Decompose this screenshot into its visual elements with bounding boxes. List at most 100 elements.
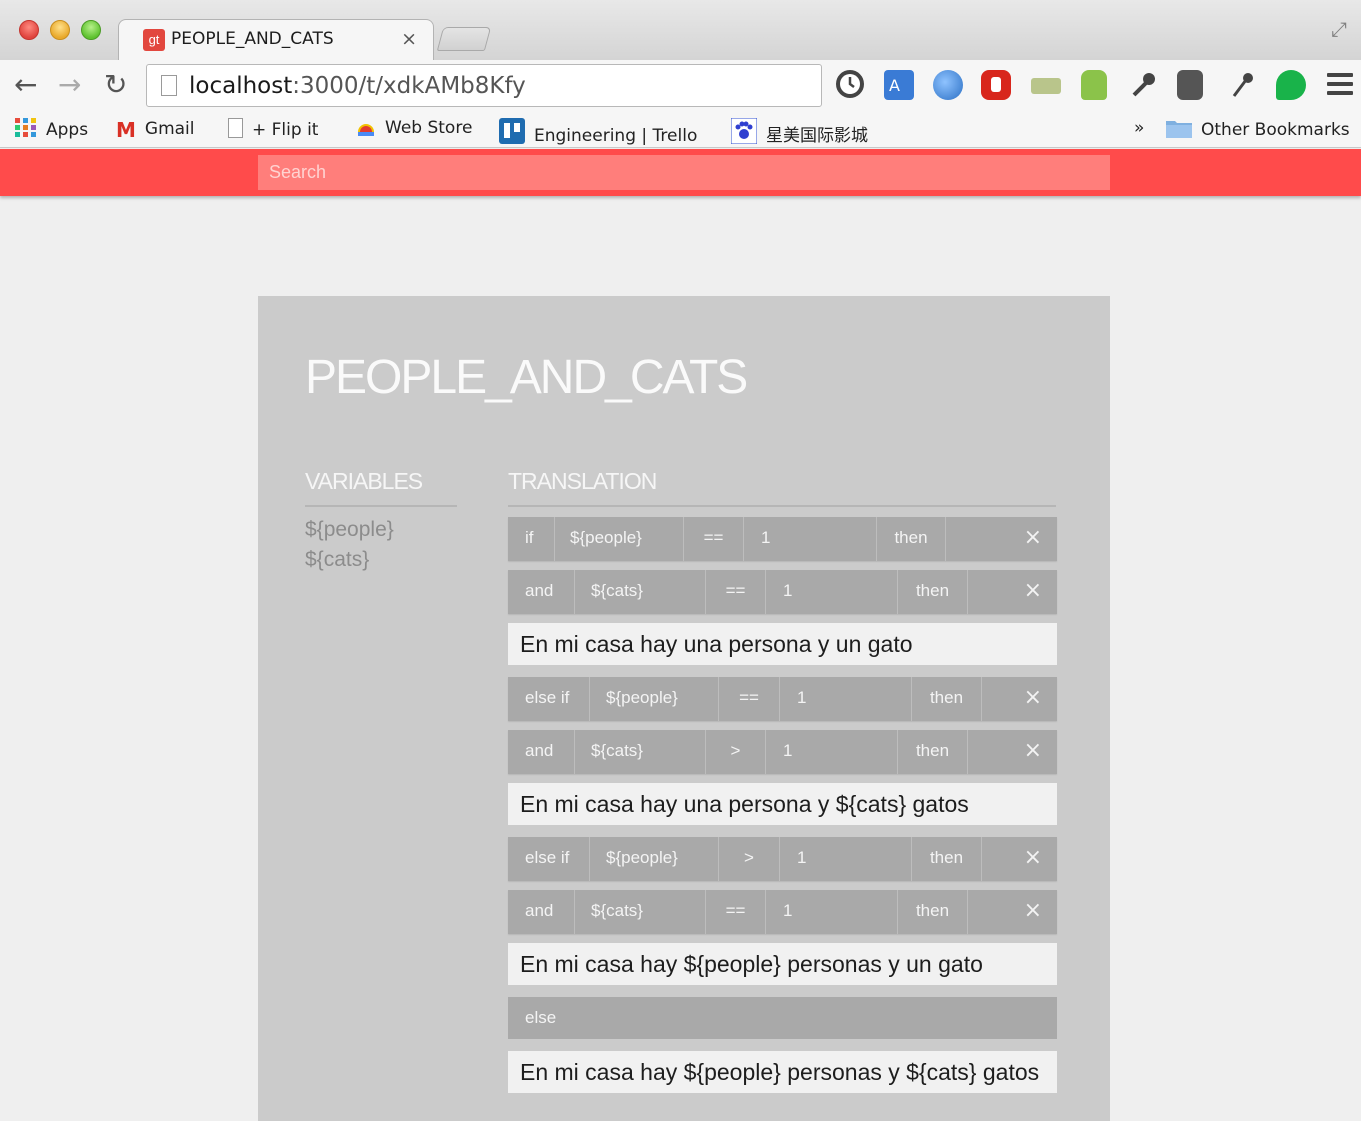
- translate-extension-icon[interactable]: A: [884, 70, 914, 100]
- menu-icon[interactable]: [1327, 73, 1353, 100]
- back-icon[interactable]: ←: [14, 68, 37, 102]
- wrench-extension-icon[interactable]: [1128, 70, 1158, 100]
- condition-row: else if ${people} > 1 then ×: [508, 837, 1057, 881]
- remove-condition-icon[interactable]: ×: [1024, 686, 1042, 710]
- lamp-extension-icon[interactable]: [1226, 70, 1256, 100]
- evernote-extension-icon[interactable]: [1177, 70, 1203, 100]
- condition-then: then: [877, 517, 946, 561]
- variable-item[interactable]: ${people}: [305, 518, 394, 542]
- browser-tab[interactable]: gt PEOPLE_AND_CATS ×: [118, 19, 434, 62]
- bookmarks-bar: Apps M Gmail + Flip it Web Store Engineer…: [0, 110, 1361, 148]
- url-text: localhost:3000/t/xdkAMb8Kfy: [189, 73, 526, 99]
- bookmark-trello[interactable]: Engineering | Trello: [499, 118, 697, 149]
- condition-variable[interactable]: ${cats}: [575, 890, 706, 934]
- zoom-window-button[interactable]: [81, 20, 101, 40]
- globe-extension-icon[interactable]: [933, 70, 963, 100]
- address-bar[interactable]: localhost:3000/t/xdkAMb8Kfy: [146, 64, 822, 107]
- trello-icon: [499, 118, 525, 149]
- condition-then: then: [898, 890, 968, 934]
- other-bookmarks-folder[interactable]: Other Bookmarks: [1166, 118, 1350, 143]
- page-icon: [161, 75, 177, 96]
- condition-value[interactable]: 1: [780, 677, 912, 721]
- new-tab-button[interactable]: [436, 27, 492, 51]
- translation-text[interactable]: En mi casa hay una persona y ${cats} gat…: [508, 783, 1057, 825]
- remove-condition-icon[interactable]: ×: [1024, 899, 1042, 923]
- chat-bubble-extension-icon[interactable]: [1276, 70, 1306, 100]
- condition-keyword[interactable]: and: [508, 890, 575, 934]
- clock-extension-icon[interactable]: [836, 70, 864, 98]
- condition-value[interactable]: 1: [780, 837, 912, 881]
- condition-operator[interactable]: >: [706, 730, 766, 774]
- translation-text[interactable]: En mi casa hay ${people} personas y ${ca…: [508, 1051, 1057, 1093]
- condition-operator[interactable]: ==: [684, 517, 744, 561]
- bookmark-gmail[interactable]: M Gmail: [116, 118, 195, 142]
- condition-operator[interactable]: ==: [706, 570, 766, 614]
- condition-variable[interactable]: ${people}: [555, 517, 684, 561]
- condition-row: and ${cats} == 1 then ×: [508, 890, 1057, 934]
- baidu-paw-icon: [730, 117, 758, 149]
- variables-heading: VARIABLES: [305, 468, 457, 507]
- gmail-icon: M: [116, 118, 136, 142]
- condition-row: else if ${people} == 1 then ×: [508, 677, 1057, 721]
- condition-operator[interactable]: >: [719, 837, 780, 881]
- condition-variable[interactable]: ${cats}: [575, 730, 706, 774]
- tab-title: PEOPLE_AND_CATS: [171, 29, 334, 49]
- minimize-window-button[interactable]: [50, 20, 70, 40]
- close-window-button[interactable]: [19, 20, 39, 40]
- page-title: PEOPLE_AND_CATS: [305, 351, 748, 404]
- apps-grid-icon: [15, 118, 37, 143]
- svg-text:A: A: [889, 76, 900, 95]
- condition-operator[interactable]: ==: [719, 677, 780, 721]
- translation-rules: if ${people} == 1 then × and ${cats} == …: [508, 517, 1057, 1105]
- condition-value[interactable]: 1: [744, 517, 877, 561]
- condition-then: then: [898, 570, 968, 614]
- forward-icon[interactable]: →: [58, 68, 81, 102]
- bookmark-flip-it[interactable]: + Flip it: [228, 118, 318, 140]
- else-row[interactable]: else: [508, 997, 1057, 1039]
- condition-keyword[interactable]: else if: [508, 837, 590, 881]
- condition-row: and ${cats} == 1 then ×: [508, 570, 1057, 614]
- translation-heading: TRANSLATION: [508, 468, 1056, 507]
- android-extension-icon[interactable]: [1081, 70, 1107, 100]
- condition-value[interactable]: 1: [766, 730, 898, 774]
- condition-operator[interactable]: ==: [706, 890, 766, 934]
- webstore-icon: [356, 118, 376, 141]
- search-input[interactable]: [258, 155, 1110, 190]
- remove-condition-icon[interactable]: ×: [1024, 846, 1042, 870]
- bookmarks-overflow-button[interactable]: »: [1134, 118, 1144, 138]
- variable-item[interactable]: ${cats}: [305, 548, 369, 572]
- translation-text[interactable]: En mi casa hay una persona y un gato: [508, 623, 1057, 665]
- condition-value[interactable]: 1: [766, 890, 898, 934]
- tab-favicon-icon: gt: [143, 29, 165, 51]
- condition-keyword[interactable]: if: [508, 517, 555, 561]
- condition-variable[interactable]: ${people}: [590, 837, 719, 881]
- app-header: [0, 149, 1361, 196]
- project-card: PEOPLE_AND_CATS VARIABLES ${people} ${ca…: [258, 296, 1110, 1121]
- tab-close-icon[interactable]: ×: [401, 28, 417, 50]
- condition-variable[interactable]: ${people}: [590, 677, 719, 721]
- remove-condition-icon[interactable]: ×: [1024, 579, 1042, 603]
- condition-keyword[interactable]: else if: [508, 677, 590, 721]
- condition-then: then: [912, 837, 982, 881]
- condition-row: and ${cats} > 1 then ×: [508, 730, 1057, 774]
- condition-keyword[interactable]: and: [508, 570, 575, 614]
- remove-condition-icon[interactable]: ×: [1024, 739, 1042, 763]
- condition-then: then: [898, 730, 968, 774]
- bookmark-apps[interactable]: Apps: [15, 118, 88, 143]
- reload-icon[interactable]: ↻: [104, 68, 127, 102]
- window-titlebar: gt PEOPLE_AND_CATS × ⤢: [0, 0, 1361, 62]
- bookmark-cinema[interactable]: 星美国际影城: [730, 117, 868, 149]
- condition-keyword[interactable]: and: [508, 730, 575, 774]
- translation-text[interactable]: En mi casa hay ${people} personas y un g…: [508, 943, 1057, 985]
- bookmark-web-store[interactable]: Web Store: [356, 118, 472, 141]
- remove-condition-icon[interactable]: ×: [1024, 526, 1042, 550]
- condition-then: then: [912, 677, 982, 721]
- condition-value[interactable]: 1: [766, 570, 898, 614]
- adblock-extension-icon[interactable]: [981, 70, 1011, 100]
- folder-icon: [1166, 118, 1192, 143]
- arrow-extension-icon[interactable]: [1031, 78, 1061, 94]
- page-icon: [228, 118, 243, 138]
- condition-variable[interactable]: ${cats}: [575, 570, 706, 614]
- fullscreen-icon[interactable]: ⤢: [1331, 17, 1347, 41]
- browser-toolbar: ← → ↻ localhost:3000/t/xdkAMb8Kfy A: [0, 60, 1361, 110]
